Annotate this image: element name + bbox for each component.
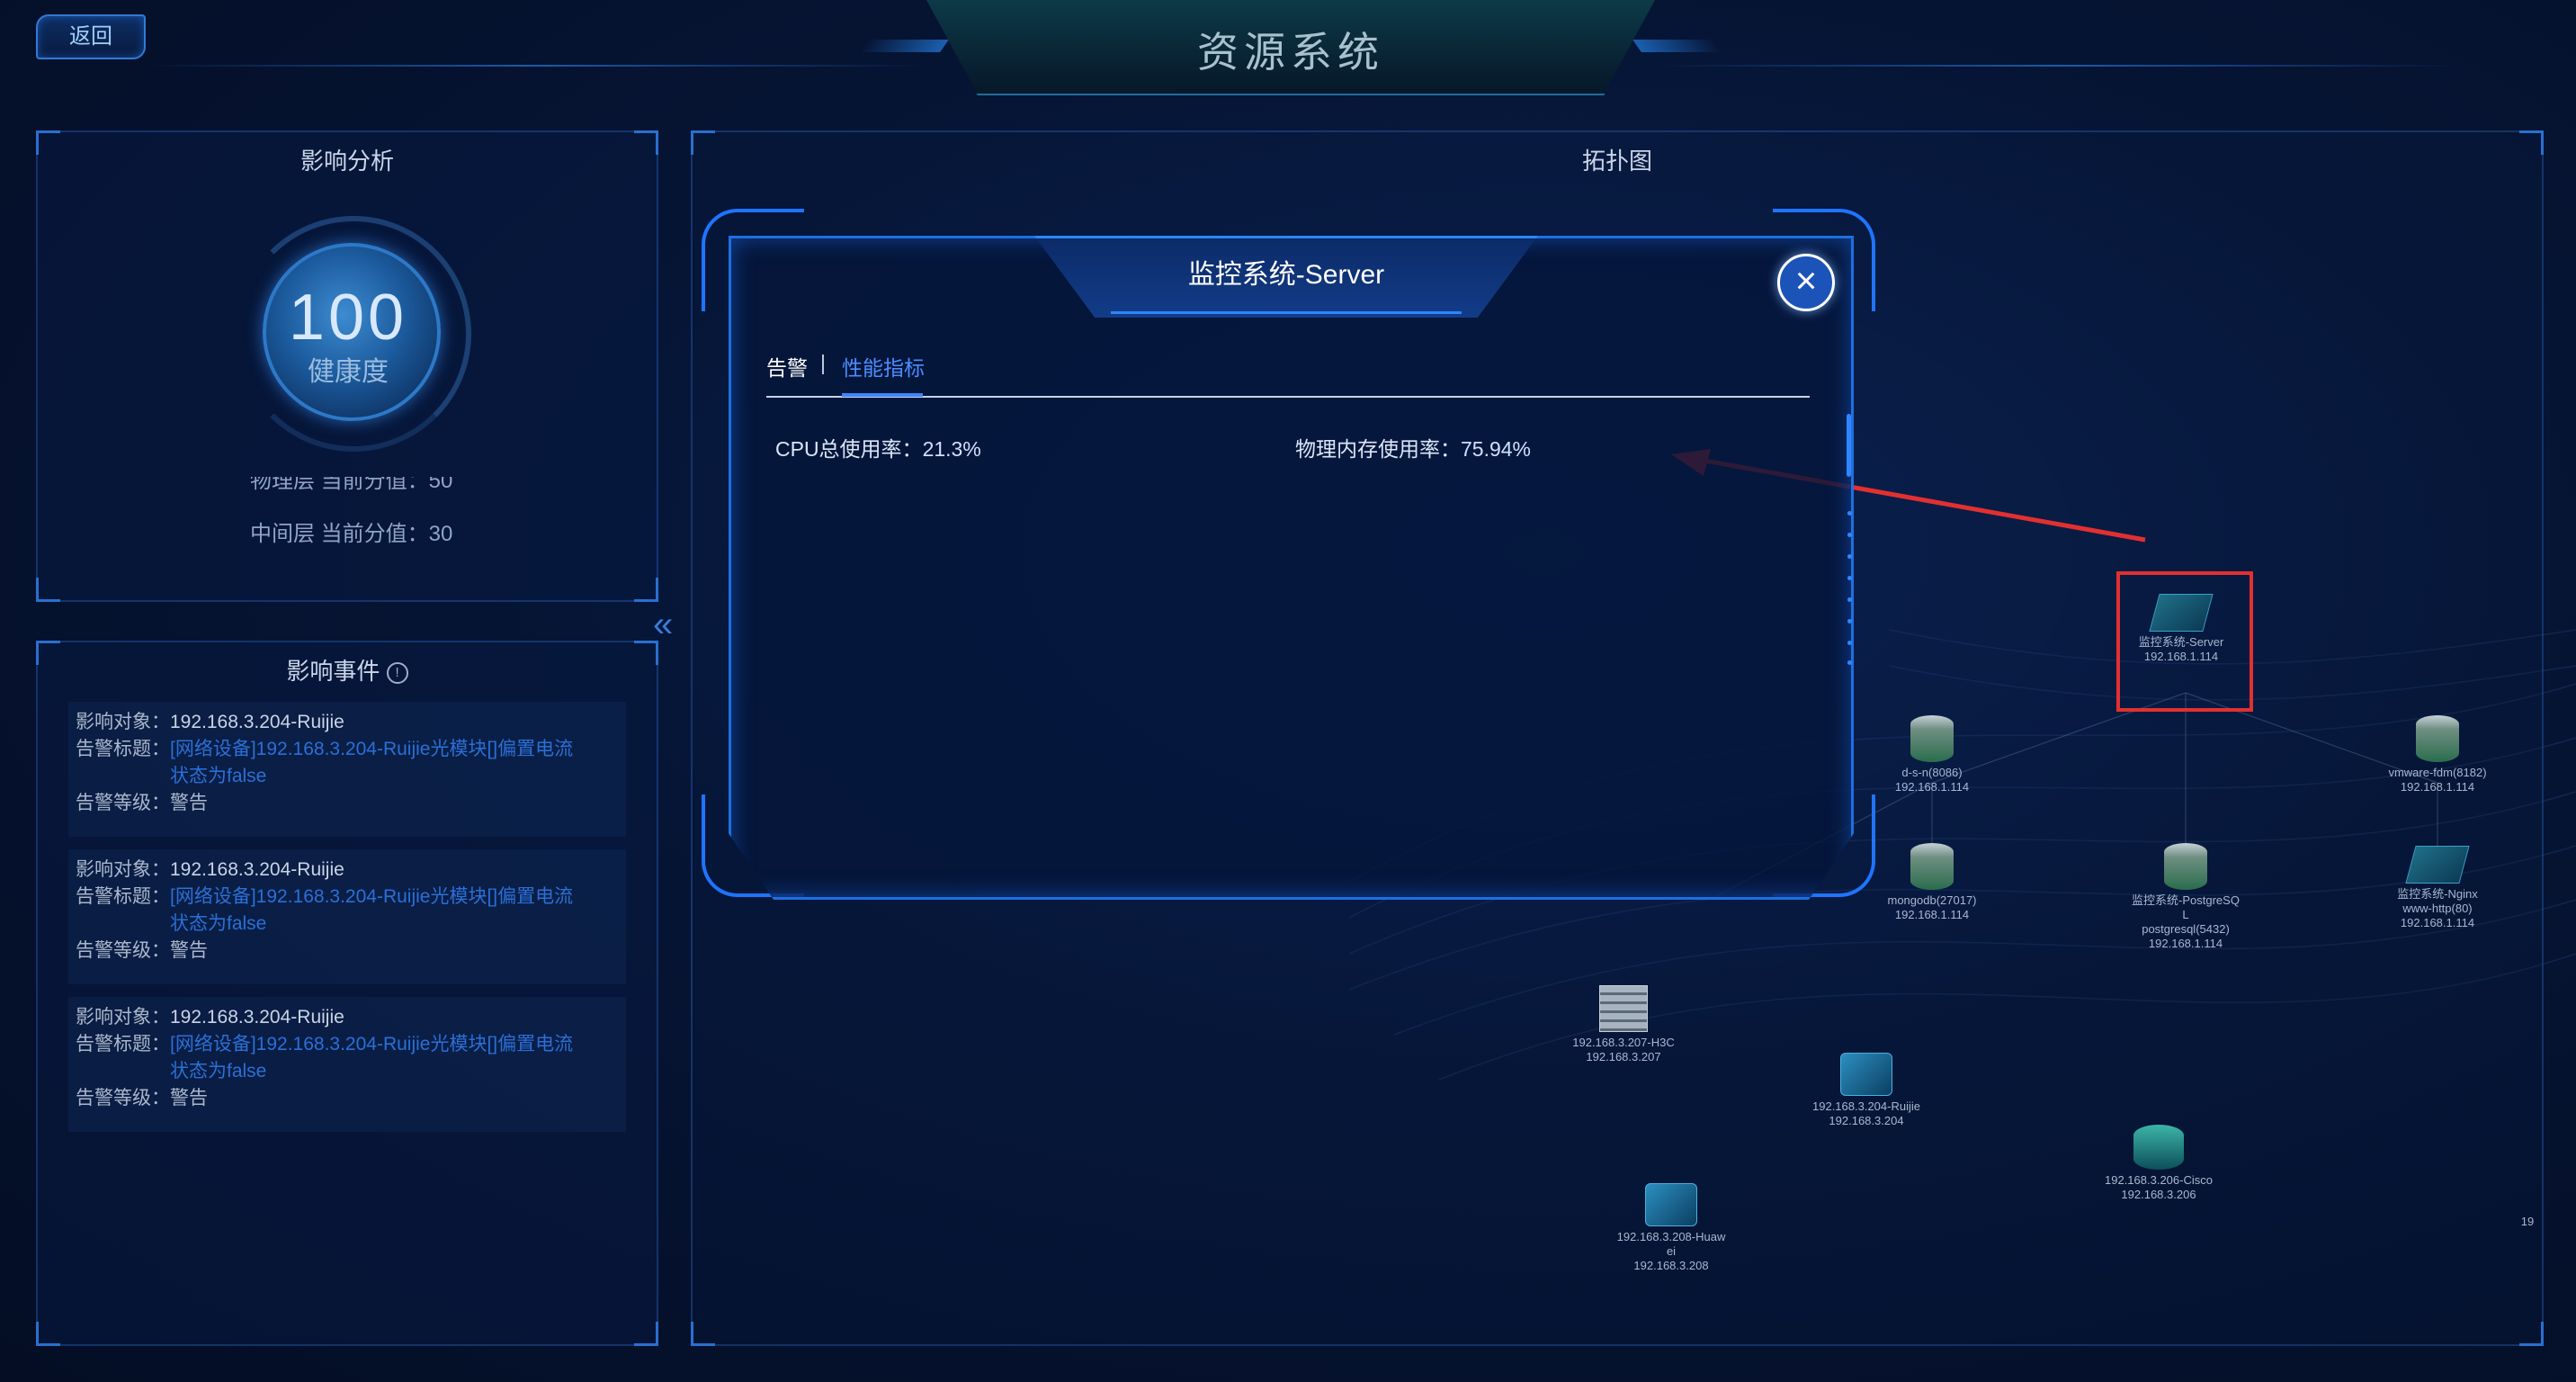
health-score-value: 100	[288, 282, 408, 354]
topo-node-h3c[interactable]: 192.168.3.207-H3C 192.168.3.207	[1561, 985, 1686, 1064]
event-alert-key: 告警标题：	[76, 739, 170, 759]
server-icon	[2405, 846, 2470, 884]
event-target-key: 影响对象：	[76, 859, 170, 880]
impact-analysis-title: 影响分析	[300, 148, 394, 175]
collapse-left-icon[interactable]: «	[653, 605, 673, 645]
event-item[interactable]: 影响对象：192.168.3.204-Ruijie 告警标题：[网络设备]192…	[68, 849, 626, 984]
event-alert-title[interactable]: [网络设备]192.168.3.204-Ruijie光模块[]偏置电流	[170, 1034, 573, 1054]
topo-node-ruijie[interactable]: 192.168.3.204-Ruijie 192.168.3.204	[1803, 1053, 1929, 1128]
event-alert-key: 告警标题：	[76, 1034, 170, 1054]
database-icon	[2164, 843, 2207, 890]
event-alert-title-cont[interactable]: 状态为false	[76, 1058, 619, 1085]
close-icon[interactable]: ×	[1777, 254, 1835, 311]
topo-node-postgres[interactable]: 监控系统-PostgreSQ Lpostgresql(5432) 192.168.1…	[2123, 843, 2249, 951]
event-alert-title-cont[interactable]: 状态为false	[76, 763, 619, 790]
database-icon	[2416, 715, 2459, 762]
back-button[interactable]: 返回	[36, 14, 146, 59]
switch-icon	[1645, 1183, 1697, 1226]
event-item[interactable]: 影响对象：192.168.3.204-Ruijie 告警标题：[网络设备]192…	[68, 702, 626, 837]
scroll-track-dot	[1847, 576, 1852, 580]
scroll-track-dot	[1847, 511, 1852, 516]
firewall-icon	[1599, 985, 1648, 1032]
topo-edge-label: 19	[2520, 1215, 2535, 1228]
dialog-scrollbar-thumb[interactable]	[1847, 414, 1851, 477]
dialog-header-line	[1111, 311, 1462, 314]
tab-performance[interactable]: 性能指标	[842, 351, 925, 381]
score-list: 物理层 当前分值：50 中间层 当前分值：30	[250, 477, 628, 554]
database-icon	[1910, 715, 1954, 762]
metric-cpu: CPU总使用率：21.3%	[775, 432, 981, 462]
score-line-middleware: 中间层 当前分值：30	[250, 522, 453, 546]
event-level: 警告	[170, 793, 208, 813]
event-target: 192.168.3.204-Ruijie	[170, 859, 344, 880]
metric-memory: 物理内存使用率：75.94%	[1295, 432, 1531, 462]
event-target-key: 影响对象：	[76, 1007, 170, 1028]
scroll-track-dot	[1847, 660, 1852, 665]
tab-underline	[766, 396, 1810, 398]
topo-node-mongodb[interactable]: mongodb(27017) 192.168.1.114	[1869, 843, 1995, 922]
event-level-key: 告警等级：	[76, 940, 170, 961]
score-line-physical: 物理层 当前分值：50	[250, 477, 453, 493]
tab-separator: |	[820, 351, 826, 374]
scroll-track-dot	[1847, 619, 1852, 624]
topo-node-nginx[interactable]: 监控系统-Nginx www-http(80) 192.168.1.114	[2375, 846, 2500, 930]
scroll-track-dot	[1847, 533, 1852, 537]
scroll-track-dot	[1847, 554, 1852, 559]
event-target: 192.168.3.204-Ruijie	[170, 712, 344, 732]
event-level: 警告	[170, 940, 208, 961]
scroll-track-dot	[1847, 641, 1852, 645]
event-level: 警告	[170, 1088, 208, 1108]
topo-node-cisco[interactable]: 192.168.3.206-Cisco 192.168.3.206	[2096, 1125, 2222, 1202]
topo-node-dsn[interactable]: d-s-n(8086) 192.168.1.114	[1869, 715, 1995, 794]
event-alert-key: 告警标题：	[76, 886, 170, 907]
tab-alarm[interactable]: 告警	[766, 351, 808, 381]
highlight-box	[2116, 571, 2253, 712]
event-target: 192.168.3.204-Ruijie	[170, 1007, 344, 1028]
database-icon	[1910, 843, 1954, 890]
metric-cpu-value: 21.3%	[922, 437, 981, 461]
metric-memory-value: 75.94%	[1461, 437, 1532, 461]
tab-active-indicator	[842, 393, 923, 397]
topo-node-vmware[interactable]: vmware-fdm(8182) 192.168.1.114	[2375, 715, 2500, 794]
impact-events-title: 影响事件	[286, 658, 380, 685]
dialog-body	[729, 236, 1854, 900]
event-level-key: 告警等级：	[76, 1088, 170, 1108]
event-level-key: 告警等级：	[76, 793, 170, 813]
page-title: 资源系统	[1197, 29, 1384, 76]
event-alert-title[interactable]: [网络设备]192.168.3.204-Ruijie光模块[]偏置电流	[170, 886, 573, 907]
header-left-line	[144, 65, 926, 67]
event-target-key: 影响对象：	[76, 712, 170, 732]
impact-events-header: 影响事件 !	[38, 653, 657, 687]
topology-title: 拓扑图	[1581, 148, 1652, 175]
header-right-line	[1655, 65, 2464, 67]
dialog-title: 监控系统-Server	[1187, 260, 1385, 290]
topo-node-huawei[interactable]: 192.168.3.208-Huaw ei 192.168.3.208	[1608, 1183, 1734, 1273]
switch-icon	[1840, 1053, 1892, 1096]
router-icon	[2133, 1125, 2184, 1170]
health-score-label: 健康度	[308, 357, 389, 387]
event-item[interactable]: 影响对象：192.168.3.204-Ruijie 告警标题：[网络设备]192…	[68, 997, 626, 1132]
event-alert-title-cont[interactable]: 状态为false	[76, 911, 619, 938]
scroll-track-dot	[1847, 597, 1852, 602]
metric-memory-label: 物理内存使用率：	[1295, 437, 1461, 461]
event-alert-title[interactable]: [网络设备]192.168.3.204-Ruijie光模块[]偏置电流	[170, 739, 573, 759]
metric-cpu-label: CPU总使用率：	[775, 437, 923, 461]
info-circle-icon[interactable]: !	[386, 662, 408, 685]
